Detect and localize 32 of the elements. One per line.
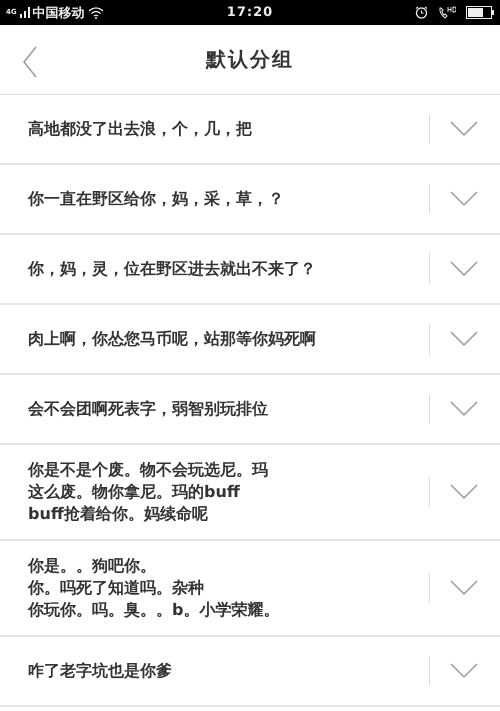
message-text: 你一直在野区给你，妈，采，草，？ [26, 188, 285, 210]
message-text: 高地都没了出去浪，个，几，把 [27, 118, 253, 140]
message-text: 会不会团啊死表字，弱智别玩排位 [26, 398, 269, 420]
list-item[interactable]: 你，妈，灵，位在野区进去就出不来了？ [0, 235, 500, 305]
message-text: 咋了老字坑也是你爹 [27, 660, 173, 682]
list-item[interactable]: 肉上啊，你怂您马币呢，站那等你妈死啊 [0, 305, 500, 375]
chevron-down-icon[interactable] [450, 191, 478, 207]
chevron-down-icon[interactable] [450, 121, 478, 137]
list-item[interactable]: 你是不是个废。物不会玩选尼。玛 这么废。物你拿尼。玛的buff buff抢着给你。妈续命呢 [0, 445, 500, 541]
chevron-down-icon[interactable] [450, 331, 478, 347]
list-item[interactable]: 高地都没了出去浪，个，几，把 [0, 95, 500, 165]
page-title: 默认分组 [206, 46, 294, 73]
chevron-down-icon[interactable] [450, 261, 478, 277]
message-text: 你是不是个废。物不会玩选尼。玛 这么废。物你拿尼。玛的buff buff抢着给你。妈续命呢 [26, 459, 269, 525]
chevron-down-icon[interactable] [450, 663, 478, 679]
alarm-icon [415, 6, 428, 19]
signal-icon [20, 7, 30, 18]
battery-icon [466, 6, 494, 19]
clock-time: 17:20 [226, 5, 274, 20]
phone-icon [438, 6, 456, 19]
message-text: 肉上啊，你怂您马币呢，站那等你妈死啊 [27, 328, 317, 350]
carrier-name: 中国移动 [32, 4, 85, 22]
list-item[interactable]: 你是。。狗吧你。 你。吗死了知道吗。杂种 你玩你。吗。臭。。b。小学荣耀。 [0, 541, 500, 637]
chevron-down-icon[interactable] [450, 401, 478, 417]
list-item[interactable]: 你一直在野区给你，妈，采，草，？ [0, 165, 500, 235]
message-text: 你，妈，灵，位在野区进去就出不来了？ [26, 258, 317, 280]
list-item[interactable]: 会不会团啊死表字，弱智别玩排位 [0, 375, 500, 445]
message-text: 你是。。狗吧你。 你。吗死了知道吗。杂种 你玩你。吗。臭。。b。小学荣耀。 [26, 555, 280, 621]
chevron-down-icon[interactable] [450, 484, 478, 500]
wifi-icon [88, 6, 104, 18]
list-item[interactable]: 咋了老字坑也是你爹 [0, 637, 500, 707]
chevron-down-icon[interactable] [450, 580, 478, 596]
